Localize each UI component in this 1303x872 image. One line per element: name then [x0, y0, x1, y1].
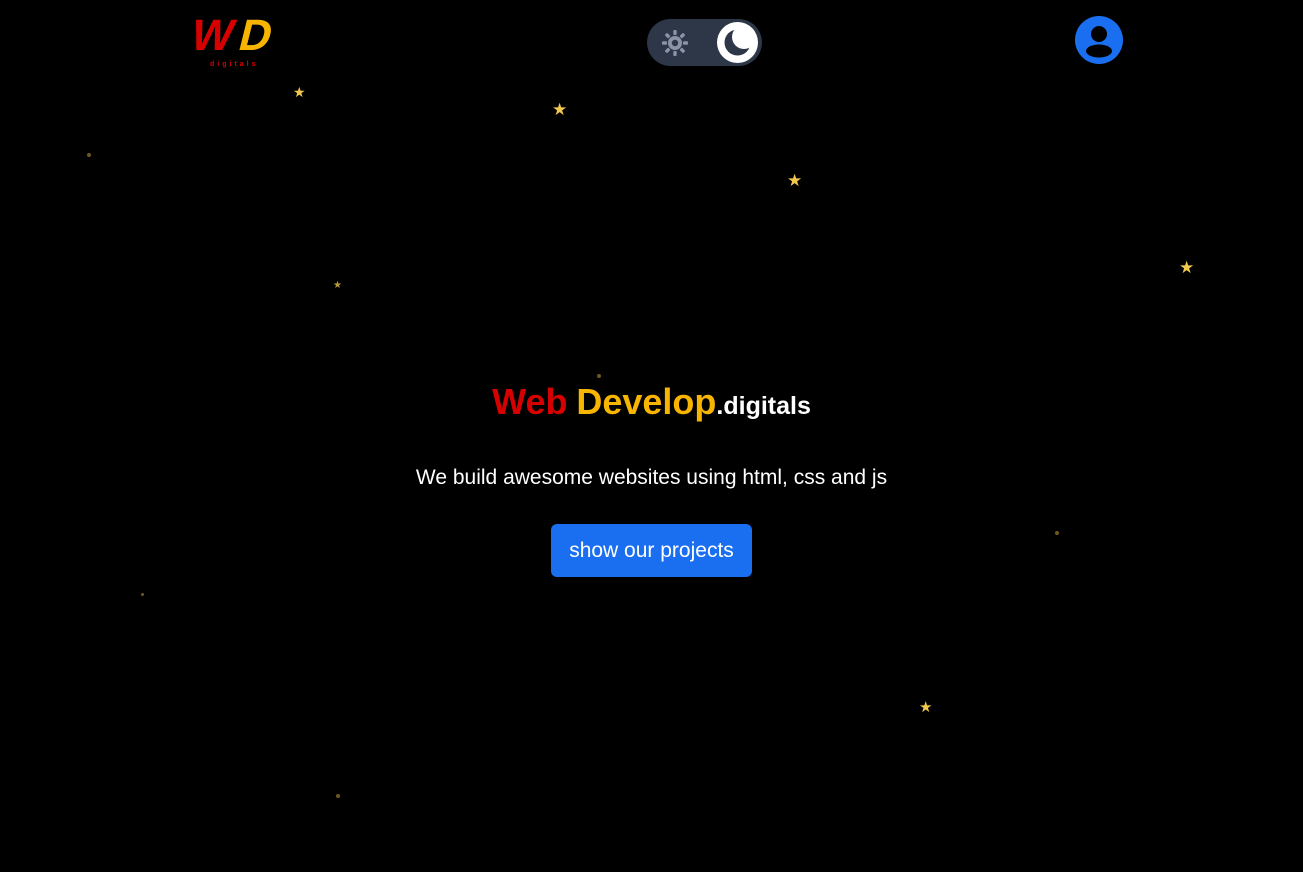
svg-text:D: D	[234, 12, 278, 60]
toggle-knob[interactable]	[717, 22, 758, 63]
star-icon: ★	[1179, 258, 1195, 278]
star-dot	[597, 374, 601, 378]
show-projects-button[interactable]: show our projects	[551, 524, 752, 577]
star-dot	[141, 593, 144, 596]
user-avatar-icon	[1075, 16, 1123, 64]
star-icon: ★	[333, 280, 342, 291]
hero-title-web: Web	[492, 381, 568, 422]
hero-subtitle: We build awesome websites using html, cs…	[415, 466, 888, 489]
hero-title-develop: Develop	[576, 381, 717, 422]
page: W D digitals ★ ★ ★ ★ ★ ★ Web Develop.dig…	[0, 0, 1303, 872]
logo-mark: W D digitals	[186, 12, 278, 68]
svg-text:W: W	[186, 12, 240, 60]
sun-icon	[662, 30, 688, 56]
svg-text:digitals: digitals	[210, 61, 259, 68]
brand-logo[interactable]: W D digitals	[186, 12, 294, 70]
moon-icon	[724, 25, 756, 56]
hero-section: Web Develop.digitals We build awesome we…	[0, 380, 1303, 577]
hero-title: Web Develop.digitals	[0, 380, 1303, 428]
star-icon: ★	[787, 171, 803, 191]
star-dot	[87, 153, 91, 157]
user-avatar-button[interactable]	[1075, 16, 1123, 64]
hero-title-digitals: .digitals	[716, 392, 811, 420]
theme-toggle[interactable]	[647, 19, 762, 66]
star-dot	[336, 794, 340, 798]
star-icon: ★	[293, 85, 306, 101]
star-icon: ★	[552, 100, 568, 120]
star-icon: ★	[919, 698, 933, 716]
